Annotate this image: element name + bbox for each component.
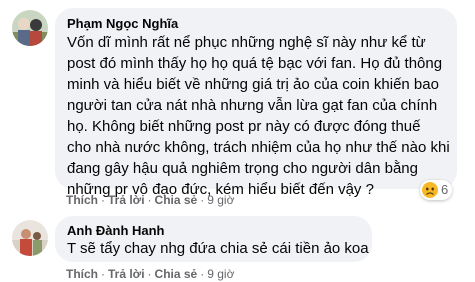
comment-text-line: cho nhà nước không, trách nhiệm của họ n… (67, 139, 450, 156)
avatar[interactable] (12, 220, 48, 256)
avatar-photo-icon (12, 220, 48, 256)
reply-link[interactable]: Trả lời (108, 193, 145, 207)
share-link[interactable]: Chia sẻ (155, 193, 198, 207)
comment-1: Phạm Ngọc Nghĩa Vốn dĩ mình rất nể phục … (0, 0, 475, 210)
avatar-photo-icon (12, 10, 48, 46)
comment-text-line: T sẽ tẩy chay nhg đứa chia sẻ cái tiền ả… (67, 240, 369, 257)
comment-text-line: họ. Không biết những post pr này có được… (67, 118, 421, 135)
comment-text-line: minh và hiểu biết về những giá trị ảo củ… (67, 76, 439, 93)
share-link[interactable]: Chia sẻ (155, 267, 198, 281)
comment-bubble: Phạm Ngọc Nghĩa Vốn dĩ mình rất nể phục … (55, 8, 457, 198)
like-link[interactable]: Thích (66, 267, 98, 281)
comment-text-line: người tan cửa nát nhà nhưng vẫn lừa gạt … (67, 97, 438, 114)
comment-author[interactable]: Anh Đành Hanh (67, 223, 165, 239)
action-separator: · (200, 267, 205, 281)
comment-text-line: post đó mình thấy họ họ quá tệ bạc với f… (67, 55, 443, 72)
sad-emoji-icon (422, 182, 438, 198)
like-link[interactable]: Thích (66, 193, 98, 207)
timestamp-link[interactable]: 9 giờ (207, 267, 234, 281)
comment-actions: Thích · Trả lời · Chia sẻ · 9 giờ (66, 192, 234, 208)
comment-2: Anh Đành Hanh T sẽ tẩy chay nhg đứa chia… (0, 212, 475, 282)
avatar[interactable] (12, 10, 48, 46)
reaction-badge[interactable]: 6 (420, 180, 453, 200)
action-separator: · (147, 193, 152, 207)
comment-text-line: đang gây hậu quả nghiêm trọng cho người … (67, 160, 418, 177)
reply-link[interactable]: Trả lời (108, 267, 145, 281)
comment-bubble: Anh Đành Hanh T sẽ tẩy chay nhg đứa chia… (55, 216, 372, 262)
comment-actions: Thích · Trả lời · Chia sẻ · 9 giờ (66, 266, 234, 282)
reaction-count: 6 (441, 182, 449, 197)
comment-text-line: Vốn dĩ mình rất nể phục những nghệ sĩ nà… (67, 34, 426, 51)
action-separator: · (147, 267, 152, 281)
comment-author[interactable]: Phạm Ngọc Nghĩa (67, 16, 178, 32)
action-separator: · (101, 267, 105, 281)
timestamp-link[interactable]: 9 giờ (207, 193, 234, 207)
action-separator: · (101, 193, 105, 207)
action-separator: · (200, 193, 205, 207)
